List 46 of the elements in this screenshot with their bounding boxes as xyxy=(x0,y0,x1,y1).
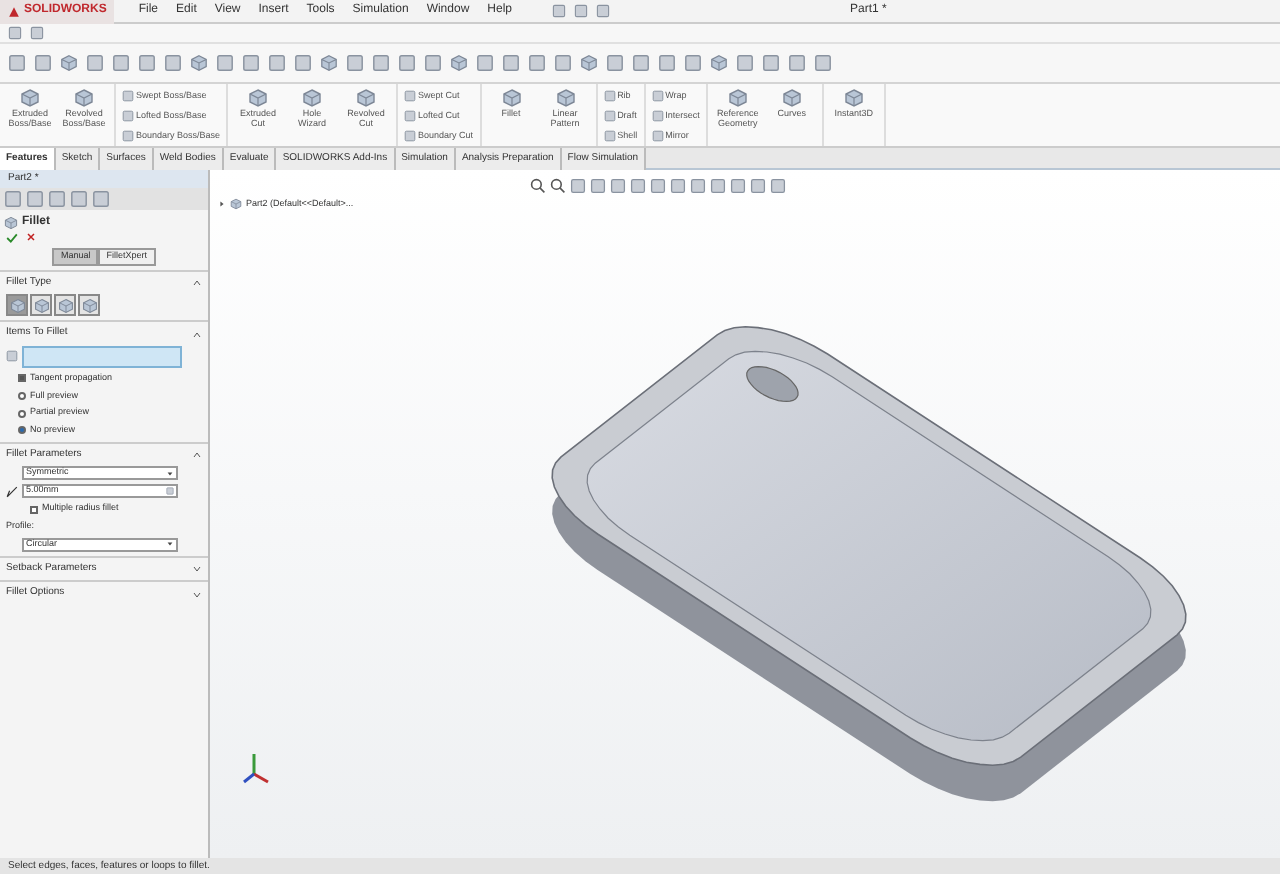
toolbar-icon[interactable] xyxy=(450,53,468,71)
fillet-type-icon xyxy=(81,297,97,314)
feature-icon xyxy=(248,88,269,108)
radio-button[interactable] xyxy=(18,391,26,400)
feature-icon xyxy=(356,88,377,108)
collapse-icon[interactable] xyxy=(192,450,202,460)
part-icon xyxy=(230,198,242,211)
feature-icon xyxy=(302,88,323,108)
expand-icon[interactable] xyxy=(192,564,202,574)
fillet-type-button[interactable] xyxy=(30,294,52,317)
fillet-type-icon xyxy=(9,297,25,314)
feature-icon xyxy=(555,88,576,108)
expand-icon[interactable] xyxy=(192,589,202,599)
radio-button[interactable] xyxy=(18,409,26,418)
check-icon[interactable] xyxy=(6,232,18,244)
spin-icon xyxy=(166,486,174,497)
feature-icon xyxy=(727,88,748,108)
toolbar-icon[interactable] xyxy=(60,53,78,71)
checkbox[interactable] xyxy=(18,374,26,383)
feature-icon xyxy=(843,88,864,108)
fillet-type-button[interactable] xyxy=(6,294,28,317)
toolbar-icon[interactable] xyxy=(580,53,598,71)
radio-button[interactable] xyxy=(18,426,26,435)
collapse-icon[interactable] xyxy=(192,278,202,288)
collapse-icon[interactable] xyxy=(192,329,202,339)
fillet-type-icon xyxy=(57,297,73,314)
fillet-type-button[interactable] xyxy=(54,294,76,317)
toolbar-icon[interactable] xyxy=(190,53,208,71)
checkbox[interactable] xyxy=(30,505,38,514)
toolbar-icon[interactable] xyxy=(710,53,728,71)
logo-icon xyxy=(8,5,20,17)
dropdown-arrow-icon xyxy=(166,540,174,549)
axis-triad-drawing xyxy=(243,754,269,784)
feature-icon xyxy=(20,88,40,108)
fillet-icon xyxy=(4,216,18,230)
close-icon[interactable] xyxy=(26,232,36,242)
view-toolbar-icon[interactable] xyxy=(550,178,566,194)
fillet-type-button[interactable] xyxy=(78,294,100,317)
feature-icon xyxy=(501,88,522,108)
radius-icon xyxy=(6,485,18,498)
dropdown-arrow-icon xyxy=(166,469,174,478)
feature-icon xyxy=(781,88,802,108)
toolbar-icon[interactable] xyxy=(320,53,338,71)
fillet-type-icon xyxy=(33,297,49,314)
feature-icon xyxy=(74,88,94,108)
view-toolbar-icon[interactable] xyxy=(530,178,546,194)
